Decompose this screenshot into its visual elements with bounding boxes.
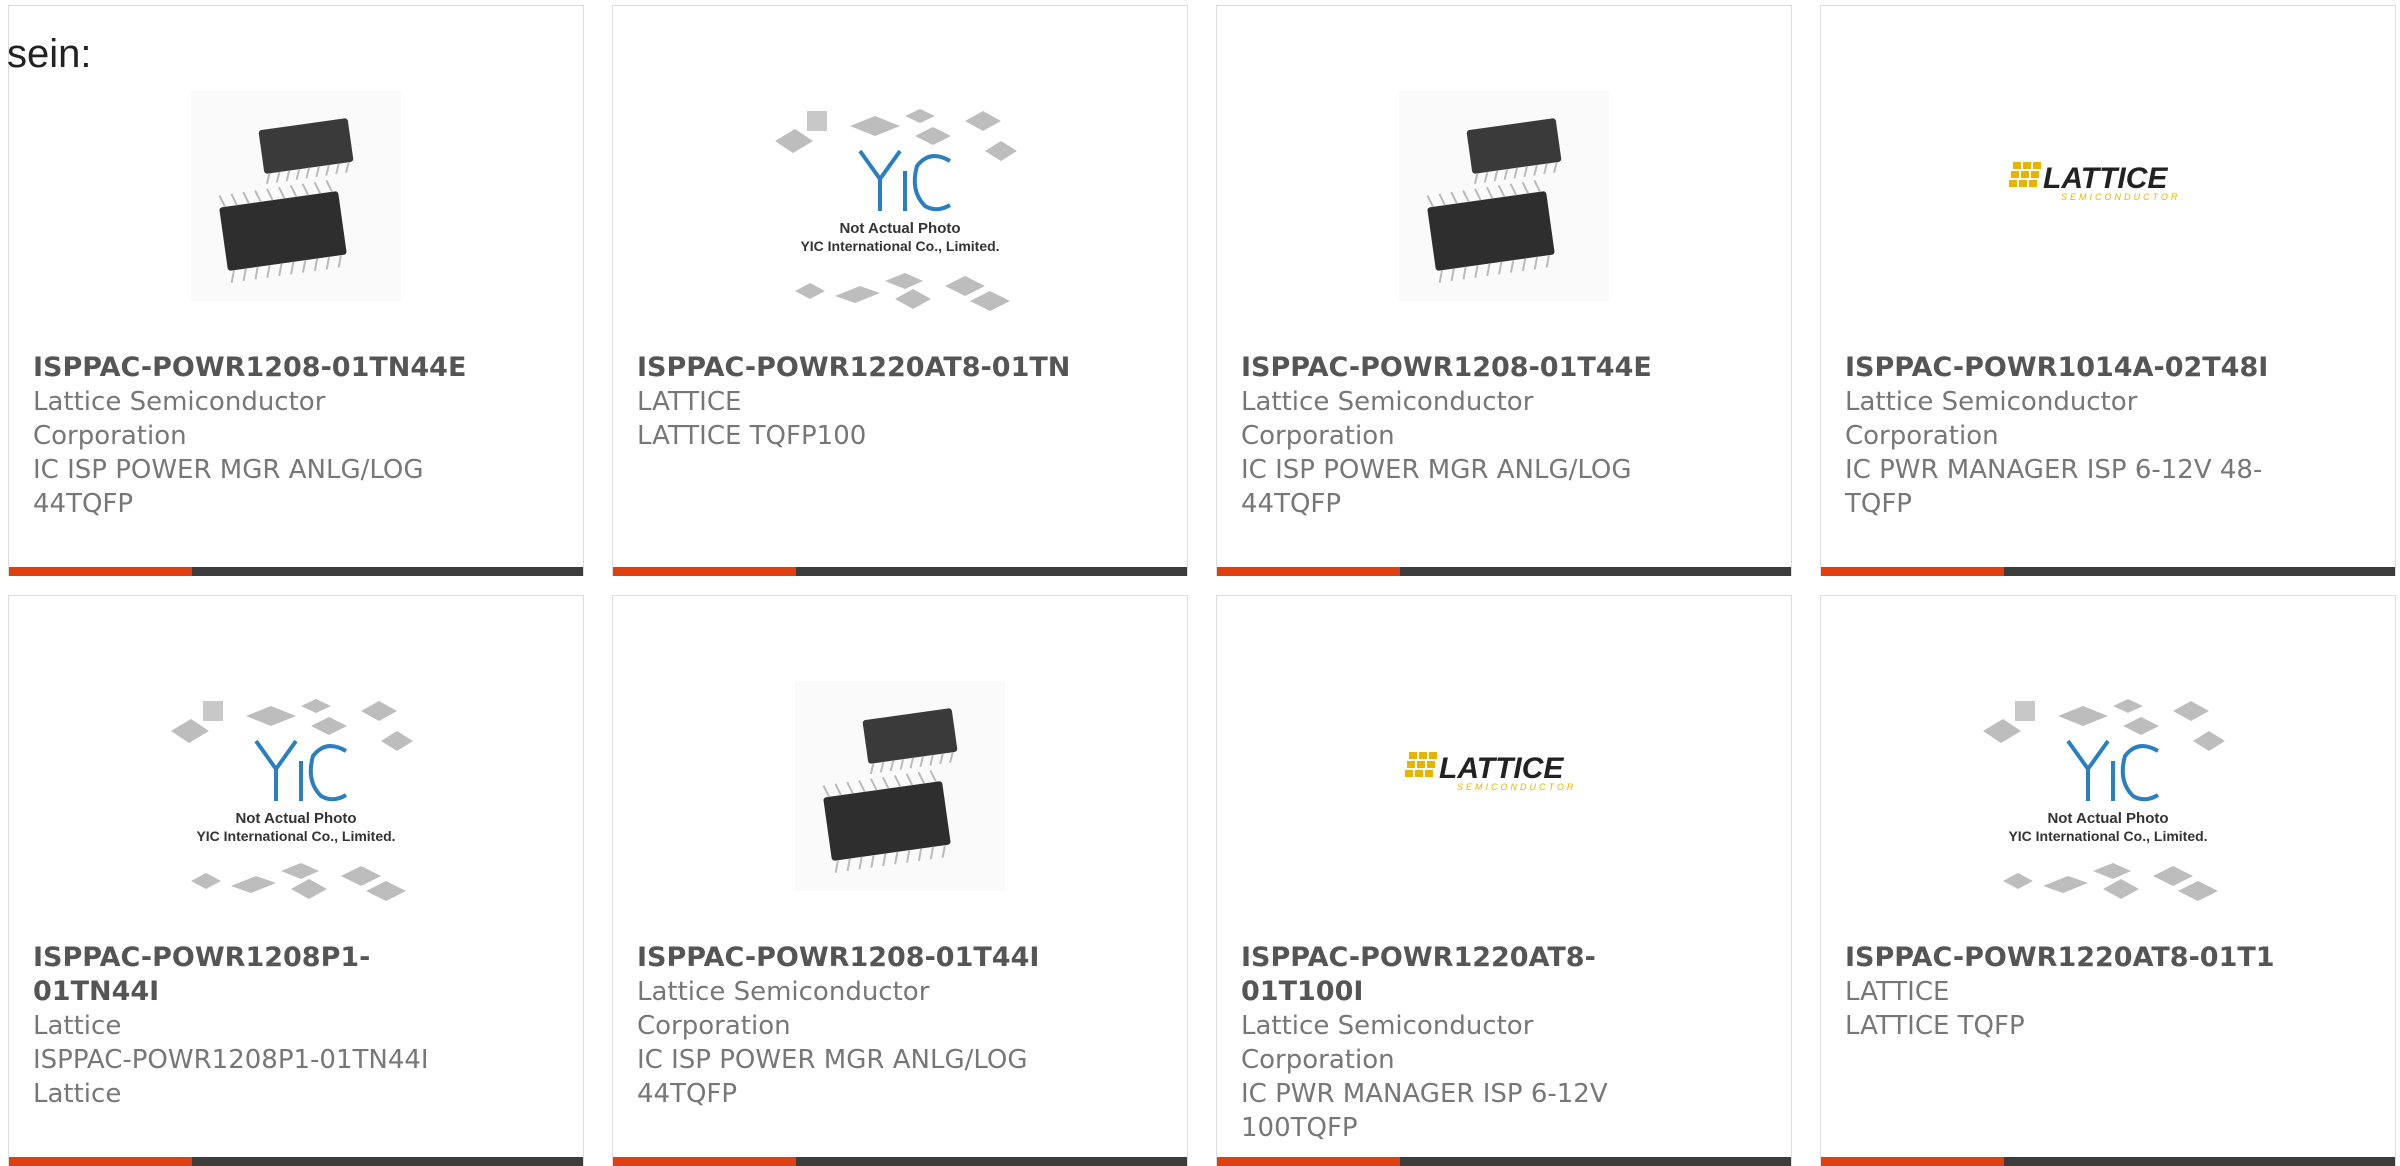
manufacturer: Lattice xyxy=(33,1011,122,1041)
manufacturer-cont: Corporation xyxy=(1845,421,1999,451)
manufacturer-cont: Corporation xyxy=(637,1011,791,1041)
card-accent-bar xyxy=(1821,567,2004,576)
card-bottom-bar xyxy=(1217,1157,1791,1166)
card-bottom-bar xyxy=(9,567,583,576)
svg-text:SEMICONDUCTOR: SEMICONDUCTOR xyxy=(2061,192,2180,202)
description-cont: TQFP xyxy=(1845,489,1912,519)
manufacturer: Lattice Semiconductor xyxy=(637,977,930,1007)
chip-photo-icon xyxy=(191,91,401,301)
lattice-logo-icon: LATTICE SEMICONDUCTOR xyxy=(1405,752,1576,792)
card-accent-bar xyxy=(9,567,192,576)
card-accent-bar xyxy=(1217,1157,1400,1166)
product-info: ISPPAC-POWR1220AT8-01T1 LATTICE LATTICE … xyxy=(1845,941,2285,1043)
svg-text:Not Actual Photo: Not Actual Photo xyxy=(235,810,356,827)
svg-text:Not Actual Photo: Not Actual Photo xyxy=(839,220,960,237)
product-info: ISPPAC-POWR1208-01TN44E Lattice Semicond… xyxy=(33,351,473,521)
heading-fragment: sein: xyxy=(7,32,92,76)
product-image[interactable]: LATTICE SEMICONDUCTOR xyxy=(1217,636,1791,794)
svg-text:LATTICE: LATTICE xyxy=(1439,752,1564,785)
description: IC ISP POWER MGR ANLG/LOG xyxy=(33,455,424,485)
chip-photo-icon xyxy=(1399,91,1609,301)
card-bottom-bar xyxy=(1821,567,2395,576)
manufacturer: LATTICE xyxy=(1845,977,1950,1007)
card-bottom-bar xyxy=(613,567,1187,576)
product-image[interactable] xyxy=(9,46,583,346)
card-bottom-bar xyxy=(1217,567,1791,576)
product-card[interactable]: ISPPAC-POWR1208-01T44E Lattice Semicondu… xyxy=(1216,5,1792,576)
lattice-logo-icon: LATTICE SEMICONDUCTOR xyxy=(2009,162,2180,202)
manufacturer: Lattice Semiconductor xyxy=(33,387,326,417)
part-number-link[interactable]: ISPPAC-POWR1014A-02T48I xyxy=(1845,351,2285,385)
product-info: ISPPAC-POWR1220AT8-01TN LATTICE LATTICE … xyxy=(637,351,1077,453)
part-number-link[interactable]: ISPPAC-POWR1220AT8-01T1 xyxy=(1845,941,2285,975)
svg-text:Not Actual Photo: Not Actual Photo xyxy=(2047,810,2168,827)
product-image[interactable]: Not Actual Photo YIC International Co., … xyxy=(613,46,1187,346)
manufacturer-cont: Corporation xyxy=(1241,421,1395,451)
svg-text:YIC International Co., Limited: YIC International Co., Limited. xyxy=(196,828,395,844)
manufacturer-cont: Corporation xyxy=(33,421,187,451)
description-cont: 44TQFP xyxy=(1241,489,1342,519)
product-info: ISPPAC-POWR1208-01T44I Lattice Semicondu… xyxy=(637,941,1077,1111)
part-number-link[interactable]: ISPPAC-POWR1208-01TN44E xyxy=(33,351,473,385)
card-bottom-bar xyxy=(1821,1157,2395,1166)
product-card[interactable]: LATTICE SEMICONDUCTOR ISPPAC-POWR1220AT8… xyxy=(1216,595,1792,1166)
description: IC ISP POWER MGR ANLG/LOG xyxy=(1241,455,1632,485)
card-bottom-bar xyxy=(613,1157,1187,1166)
description-cont: 100TQFP xyxy=(1241,1113,1358,1143)
product-image[interactable]: Not Actual Photo YIC International Co., … xyxy=(9,636,583,936)
product-info: ISPPAC-POWR1208P1-01TN44I Lattice ISPPAC… xyxy=(33,941,473,1111)
description: LATTICE TQFP100 xyxy=(637,421,867,451)
chip-photo-icon xyxy=(795,681,1005,891)
description-cont: Lattice xyxy=(33,1079,122,1109)
manufacturer: Lattice Semiconductor xyxy=(1845,387,2138,417)
description-cont: 44TQFP xyxy=(637,1079,738,1109)
svg-text:YIC International Co., Limited: YIC International Co., Limited. xyxy=(2008,828,2207,844)
product-card[interactable]: LATTICE SEMICONDUCTOR ISPPAC-POWR1014A-0… xyxy=(1820,5,2396,576)
description: ISPPAC-POWR1208P1-01TN44I xyxy=(33,1045,429,1075)
product-card[interactable]: ISPPAC-POWR1208-01TN44E Lattice Semicond… xyxy=(8,5,584,576)
product-info: ISPPAC-POWR1208-01T44E Lattice Semicondu… xyxy=(1241,351,1681,521)
description: IC PWR MANAGER ISP 6-12V 48- xyxy=(1845,455,2263,485)
part-number-link[interactable]: ISPPAC-POWR1208-01T44E xyxy=(1241,351,1681,385)
card-accent-bar xyxy=(1821,1157,2004,1166)
description: LATTICE TQFP xyxy=(1845,1011,2025,1041)
card-accent-bar xyxy=(613,1157,796,1166)
product-card[interactable]: Not Actual Photo YIC International Co., … xyxy=(612,5,1188,576)
product-image[interactable] xyxy=(1217,46,1791,346)
part-number-link[interactable]: ISPPAC-POWR1220AT8-01T100I xyxy=(1241,941,1681,1009)
part-number-link[interactable]: ISPPAC-POWR1208P1-01TN44I xyxy=(33,941,473,1009)
product-image[interactable]: Not Actual Photo YIC International Co., … xyxy=(1821,636,2395,936)
product-info: ISPPAC-POWR1014A-02T48I Lattice Semicond… xyxy=(1845,351,2285,521)
product-card[interactable]: Not Actual Photo YIC International Co., … xyxy=(1820,595,2396,1166)
description: IC PWR MANAGER ISP 6-12V xyxy=(1241,1079,1608,1109)
description-cont: 44TQFP xyxy=(33,489,134,519)
product-image[interactable]: LATTICE SEMICONDUCTOR xyxy=(1821,46,2395,204)
card-accent-bar xyxy=(9,1157,192,1166)
svg-text:SEMICONDUCTOR: SEMICONDUCTOR xyxy=(1457,782,1576,792)
card-bottom-bar xyxy=(9,1157,583,1166)
part-number-link[interactable]: ISPPAC-POWR1220AT8-01TN xyxy=(637,351,1077,385)
manufacturer: LATTICE xyxy=(637,387,742,417)
product-image[interactable] xyxy=(613,636,1187,936)
description: IC ISP POWER MGR ANLG/LOG xyxy=(637,1045,1028,1075)
manufacturer: Lattice Semiconductor xyxy=(1241,387,1534,417)
product-info: ISPPAC-POWR1220AT8-01T100I Lattice Semic… xyxy=(1241,941,1681,1145)
product-card[interactable]: ISPPAC-POWR1208-01T44I Lattice Semicondu… xyxy=(612,595,1188,1166)
yic-placeholder-icon: Not Actual Photo YIC International Co., … xyxy=(775,109,1017,311)
card-accent-bar xyxy=(1217,567,1400,576)
manufacturer: Lattice Semiconductor xyxy=(1241,1011,1534,1041)
svg-text:LATTICE: LATTICE xyxy=(2043,162,2168,195)
svg-text:YIC International Co., Limited: YIC International Co., Limited. xyxy=(800,238,999,254)
part-number-link[interactable]: ISPPAC-POWR1208-01T44I xyxy=(637,941,1077,975)
manufacturer-cont: Corporation xyxy=(1241,1045,1395,1075)
product-card[interactable]: Not Actual Photo YIC International Co., … xyxy=(8,595,584,1166)
yic-placeholder-icon: Not Actual Photo YIC International Co., … xyxy=(171,699,413,901)
yic-placeholder-icon: Not Actual Photo YIC International Co., … xyxy=(1983,699,2225,901)
card-accent-bar xyxy=(613,567,796,576)
